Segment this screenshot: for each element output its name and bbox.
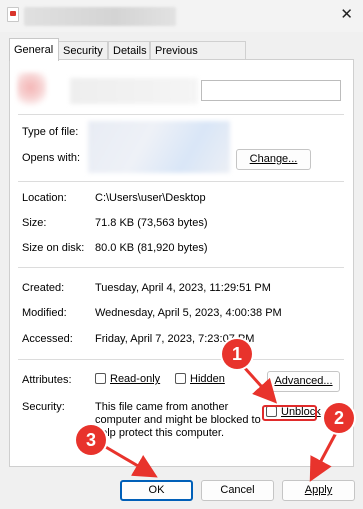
annotation-marker-3: 3	[76, 425, 106, 455]
arrow-to-unblock	[241, 364, 278, 404]
annotation-marker-1: 1	[222, 339, 252, 369]
annotation-marker-2: 2	[324, 403, 354, 433]
tab-general[interactable]: General	[9, 38, 59, 61]
arrow-to-ok	[103, 444, 158, 478]
annotation-arrows	[103, 364, 339, 482]
arrow-to-apply	[309, 430, 339, 482]
